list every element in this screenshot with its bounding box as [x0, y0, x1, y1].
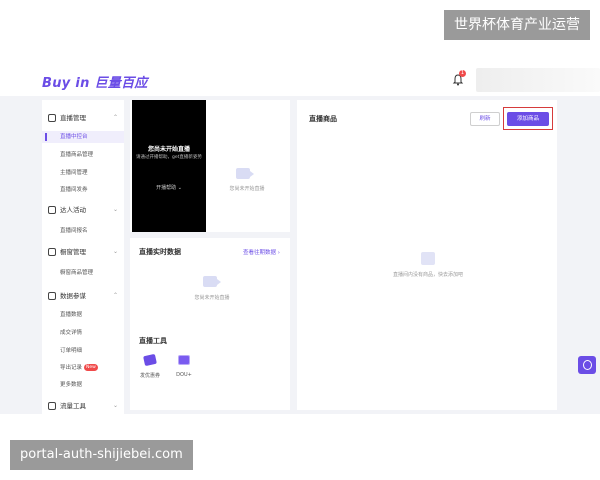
realtime-empty-text: 您尚未开始直播 — [194, 295, 230, 301]
notification-badge: 1 — [459, 70, 466, 77]
sidebar-group-label: 橱窗管理 — [60, 248, 86, 256]
goods-title: 直播商品 — [309, 115, 337, 123]
user-account-area[interactable] — [476, 68, 600, 92]
sidebar-item-window-goods[interactable]: 橱窗商品管理 — [42, 267, 124, 279]
chevron-down-icon: ⌄ — [112, 206, 118, 213]
live-help-button[interactable]: 开播帮助 ⌄ — [132, 184, 206, 191]
tools-title: 直播工具 — [139, 337, 167, 345]
sidebar-item-anchor-room[interactable]: 主播间管理 — [42, 167, 124, 179]
traffic-icon — [48, 402, 56, 410]
empty-goods-icon — [421, 252, 435, 265]
new-badge: New — [84, 364, 98, 371]
preview-empty-text: 您尚未开始直播 — [229, 186, 265, 192]
goods-empty-text: 直播间内没有商品，快去添加吧 — [392, 272, 463, 278]
coupon-tool-label: 发优惠券 — [139, 373, 160, 379]
sidebar-item-live-data[interactable]: 直播数据 — [42, 309, 124, 321]
realtime-data-card — [130, 238, 290, 410]
customer-service-icon[interactable] — [578, 356, 596, 374]
dou-icon — [178, 355, 190, 365]
chevron-up-icon: ⌃ — [112, 114, 118, 121]
chevron-down-icon: ⌄ — [112, 402, 118, 409]
sidebar-item-room-signup[interactable]: 直播间报名 — [42, 225, 124, 237]
sidebar-item-coupon[interactable]: 直播间发券 — [42, 184, 124, 196]
realtime-title: 直播实时数据 — [139, 248, 181, 256]
sidebar-group-live-management[interactable]: 直播管理 ⌃ — [42, 112, 124, 126]
brand-logo[interactable]: Buy in 巨量百应 — [42, 72, 148, 91]
sidebar-group-label: 流量工具 — [60, 402, 86, 410]
refresh-button[interactable]: 刷新 — [470, 112, 500, 126]
sidebar-group-label: 数据参谋 — [60, 292, 86, 300]
live-help-label: 开播帮助 — [156, 185, 177, 191]
chevron-down-icon: ⌄ — [112, 248, 118, 255]
watermark-bottom: portal-auth-shijiebei.com — [10, 440, 193, 470]
history-data-link[interactable]: 查看往期数据 › — [243, 248, 280, 256]
sidebar-item-order-detail[interactable]: 订单明细 — [42, 345, 124, 357]
add-goods-button[interactable]: 添加商品 — [507, 112, 549, 126]
watermark-top: 世界杯体育产业运营 — [444, 10, 590, 40]
preview-title: 您尚未开始直播 — [147, 146, 190, 153]
live-preview-screen: 您尚未开始直播 请通过开播帮助，get直播新姿势 开播帮助 ⌄ — [132, 100, 206, 232]
sidebar-item-deal-detail[interactable]: 成交详情 — [42, 327, 124, 339]
sidebar-group-talent-activity[interactable]: 达人活动 ⌄ — [42, 204, 124, 218]
screenshot-root: Buy in 巨量百应 1 直播管理 ⌃ 直播中控台 直播商品管理 主播间管理 … — [0, 0, 600, 480]
sidebar-item-more-data[interactable]: 更多数据 — [42, 379, 124, 391]
sidebar-item-export-record[interactable]: 导出记录 New — [42, 362, 124, 374]
preview-subtitle: 请通过开播帮助，get直播新姿势 — [136, 155, 202, 160]
top-header: Buy in 巨量百应 1 — [0, 64, 600, 96]
sidebar-group-data[interactable]: 数据参谋 ⌃ — [42, 290, 124, 304]
window-icon — [48, 248, 56, 256]
coupon-icon — [143, 353, 157, 367]
sidebar-item-live-goods[interactable]: 直播商品管理 — [42, 149, 124, 161]
sidebar: 直播管理 ⌃ 直播中控台 直播商品管理 主播间管理 直播间发券 达人活动 ⌄ 直… — [42, 100, 124, 414]
dou-tool-label: DOU+ — [176, 372, 192, 378]
sidebar-group-window[interactable]: 橱窗管理 ⌄ — [42, 246, 124, 260]
tv-icon — [48, 114, 56, 122]
video-camera-icon — [236, 168, 254, 179]
sidebar-item-label: 导出记录 — [60, 365, 83, 371]
chevron-up-icon: ⌃ — [112, 292, 118, 299]
sidebar-group-label: 直播管理 — [60, 114, 86, 122]
people-icon — [48, 206, 56, 214]
history-data-link-label: 查看往期数据 — [243, 250, 277, 256]
sidebar-group-label: 达人活动 — [60, 206, 86, 214]
dou-tool-button[interactable]: DOU+ — [171, 355, 197, 378]
sidebar-group-traffic-tools[interactable]: 流量工具 ⌄ — [42, 400, 124, 414]
coupon-tool-button[interactable]: 发优惠券 — [137, 353, 163, 379]
video-camera-icon — [203, 276, 221, 287]
sidebar-item-live-console[interactable]: 直播中控台 — [42, 131, 124, 143]
chart-icon — [48, 292, 56, 300]
